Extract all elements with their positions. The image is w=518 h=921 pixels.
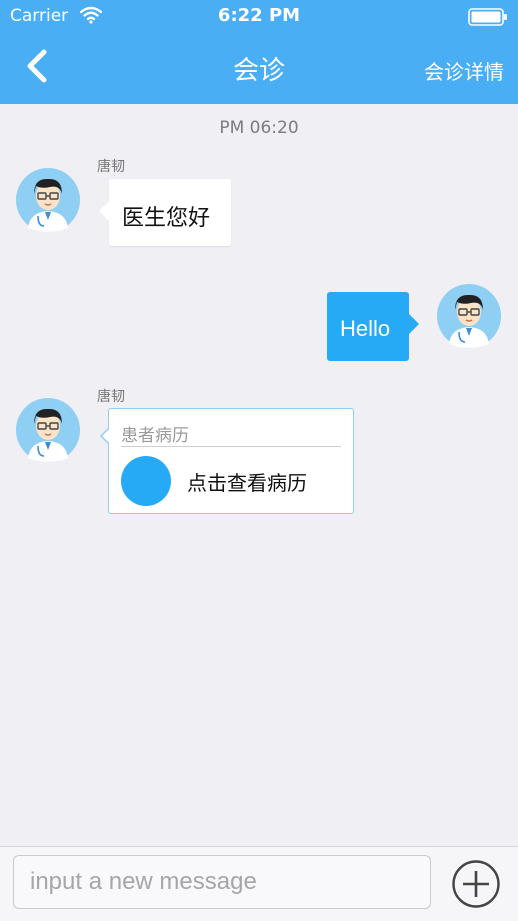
consultation-details-button[interactable]: 会诊详情: [424, 56, 504, 85]
bubble-tail: [409, 314, 419, 334]
message-text: Hello: [340, 316, 391, 341]
incoming-message-bubble[interactable]: 医生您好: [99, 179, 231, 246]
input-bar: [0, 846, 518, 921]
message-text: 医生您好: [122, 206, 211, 231]
battery-icon: [468, 8, 507, 26]
bubble-tail: [99, 201, 109, 221]
bubble-tail-fill: [102, 428, 110, 444]
view-record-link[interactable]: 点击查看病历: [187, 467, 307, 496]
doctor-avatar-icon[interactable]: [16, 168, 80, 232]
doctor-avatar-icon[interactable]: [437, 284, 501, 348]
card-title: 患者病历: [121, 426, 189, 446]
sender-name: 唐韧: [97, 159, 125, 175]
message-timestamp: PM 06:20: [219, 118, 299, 138]
doctor-avatar-icon[interactable]: [16, 398, 80, 462]
status-time: 6:22 PM: [217, 5, 301, 26]
sender-name: 唐韧: [97, 389, 125, 405]
message-input[interactable]: [13, 855, 431, 909]
status-bar: Carrier 6:22 PM: [0, 0, 518, 32]
plus-circle-icon[interactable]: [451, 859, 501, 909]
nav-bar: 会诊 会诊详情: [0, 32, 518, 104]
outgoing-message-bubble[interactable]: Hello: [327, 292, 419, 361]
card-divider: [121, 446, 341, 447]
medical-record-card[interactable]: 患者病历 点击查看病历: [100, 408, 354, 514]
app-header: Carrier 6:22 PM 会诊 会诊详情: [0, 0, 518, 104]
record-icon: [121, 456, 171, 506]
